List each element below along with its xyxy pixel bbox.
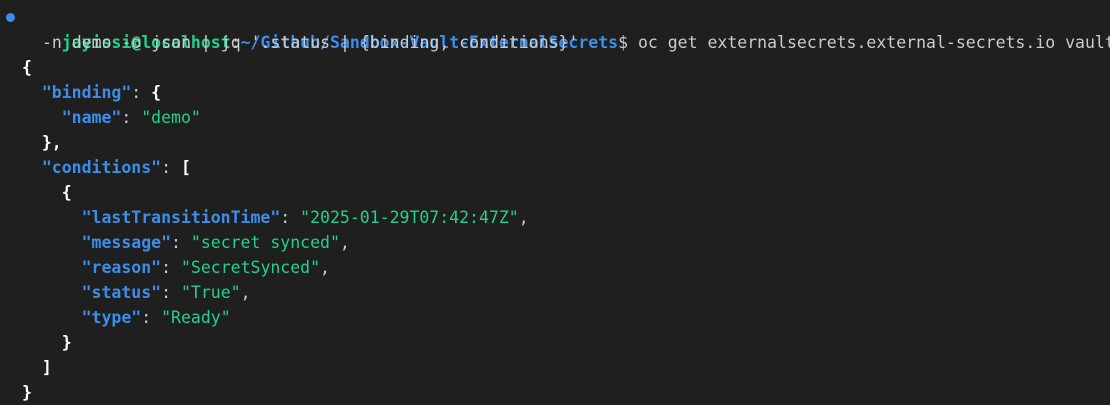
command-continuation: -n demo -o json | jq '.status | {binding…: [0, 30, 1110, 55]
json-field-line: "message": "secret synced",: [81, 233, 350, 252]
json-key: "lastTransitionTime": [81, 208, 281, 227]
json-value-name: "demo": [141, 108, 201, 127]
json-conditions-line: "conditions": [: [41, 158, 191, 177]
json-root-close: }: [22, 383, 32, 402]
command-text-continued: -n demo -o json | jq '.status | {binding…: [42, 33, 579, 52]
json-condition-item-open: {: [61, 183, 72, 202]
json-condition-item-close: }: [61, 333, 72, 352]
json-conditions-close: ]: [41, 358, 52, 377]
json-key: "status": [81, 283, 162, 302]
json-root-open: {: [22, 58, 32, 77]
json-binding-line: "binding": {: [41, 83, 162, 102]
json-binding-close: },: [41, 133, 62, 152]
json-value: "SecretSynced": [180, 258, 321, 277]
json-field-line: "reason": "SecretSynced",: [81, 258, 330, 277]
json-field-line: "lastTransitionTime": "2025-01-29T07:42:…: [81, 208, 529, 227]
prompt-line: jayissi@localhost:~/Github/Sandbox-Vault…: [0, 5, 1110, 52]
json-key: "message": [81, 233, 172, 252]
json-value: "Ready": [161, 308, 231, 327]
json-key-conditions: "conditions": [41, 158, 162, 177]
json-key: "type": [81, 308, 142, 327]
json-value: "True": [180, 283, 241, 302]
json-field-line: "type": "Ready": [81, 308, 231, 327]
circle-status-icon: [6, 13, 15, 22]
json-name-line: "name": "demo": [61, 108, 201, 127]
terminal-window[interactable]: jayissi@localhost:~/Github/Sandbox-Vault…: [0, 0, 1110, 405]
json-value: "2025-01-29T07:42:47Z": [300, 208, 519, 227]
json-key: "reason": [81, 258, 162, 277]
json-field-line: "status": "True",: [81, 283, 251, 302]
json-key-binding: "binding": [41, 83, 132, 102]
json-value: "secret synced": [190, 233, 340, 252]
json-key-name: "name": [61, 108, 122, 127]
